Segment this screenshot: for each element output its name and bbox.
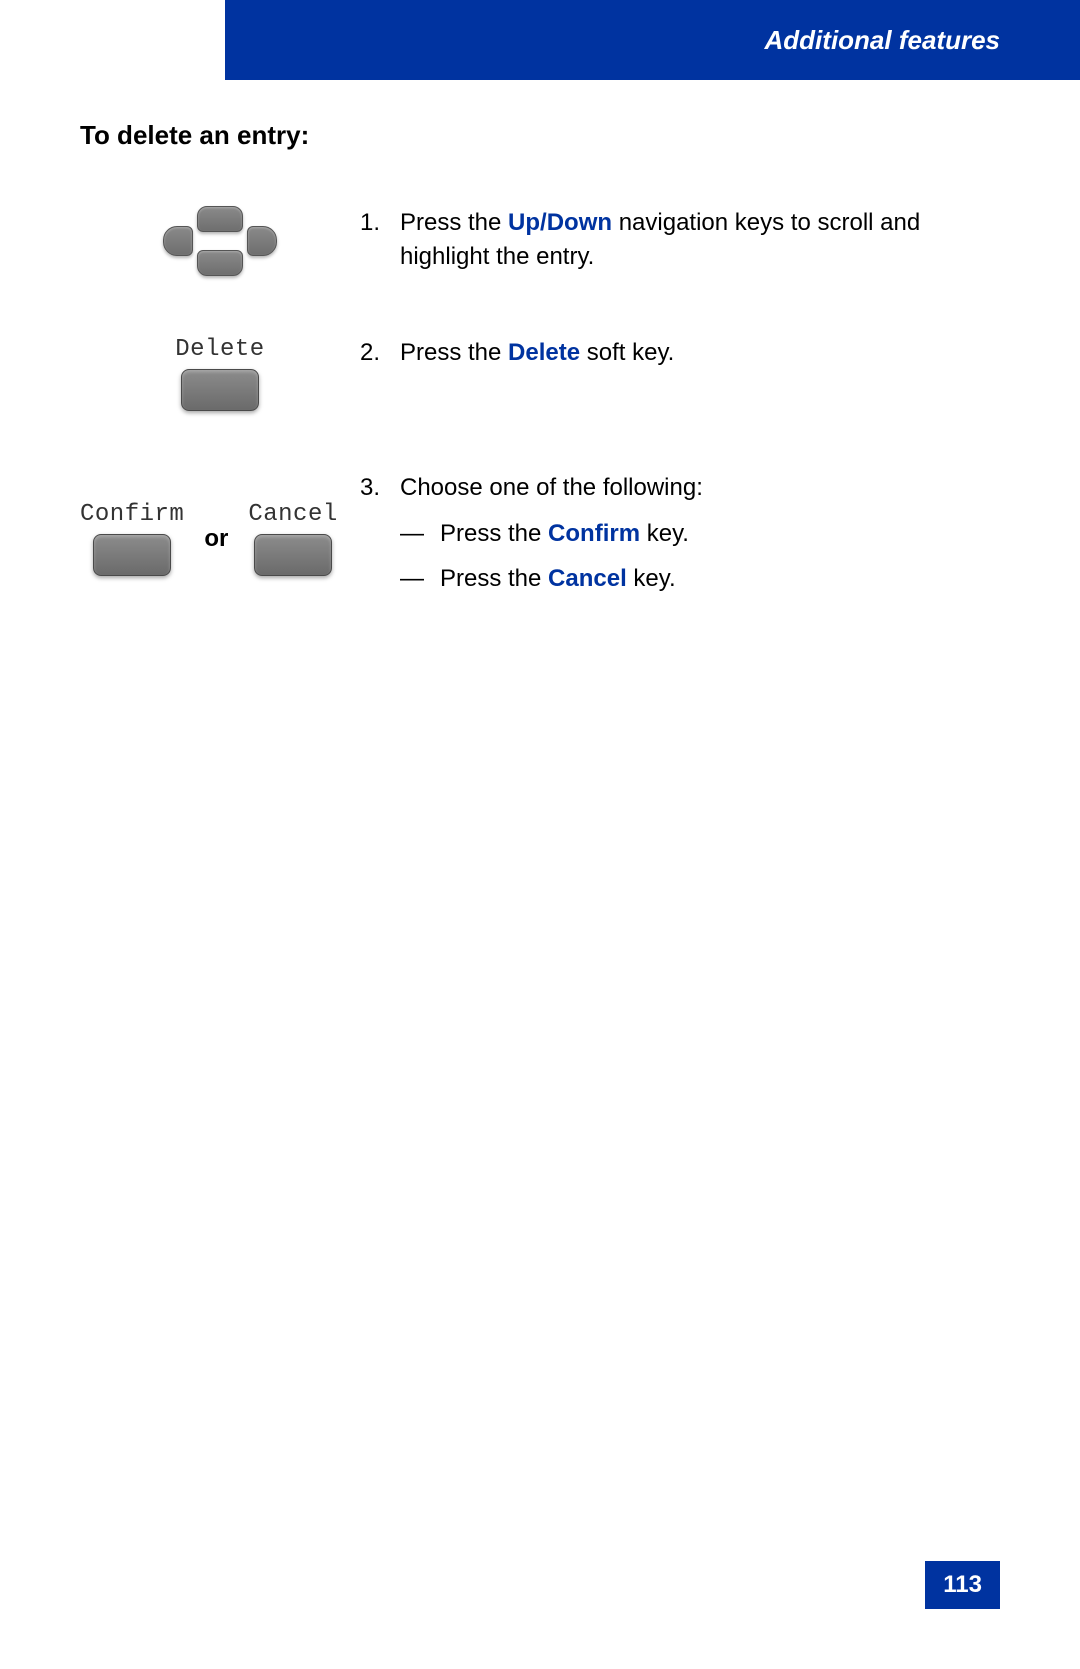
- step-1-body: Press the Up/Down navigation keys to scr…: [400, 206, 1000, 273]
- step-1-text-before: Press the: [400, 209, 508, 236]
- step-2-text: 2. Press the Delete soft key.: [360, 336, 1000, 370]
- step-1-keyword: Up/Down: [508, 209, 612, 236]
- step-3-option-1-text: Press the Confirm key.: [440, 517, 689, 551]
- section-heading: To delete an entry:: [80, 120, 1000, 151]
- step-3-option-1-after: key.: [640, 520, 689, 547]
- dpad-right-icon: [247, 226, 277, 256]
- delete-softkey-icon: [181, 369, 259, 411]
- dpad-left-icon: [163, 226, 193, 256]
- step-2-body: Press the Delete soft key.: [400, 336, 1000, 370]
- step-2-text-after: soft key.: [580, 339, 674, 366]
- step-1-text: 1. Press the Up/Down navigation keys to …: [360, 206, 1000, 273]
- confirm-softkey-label: Confirm: [80, 501, 184, 528]
- step-row-1: 1. Press the Up/Down navigation keys to …: [80, 206, 1000, 276]
- step-2-number: 2.: [360, 336, 400, 370]
- step-3-option-1-before: Press the: [440, 520, 548, 547]
- step-row-3: Confirm or Cancel 3. Choose one of the f…: [80, 471, 1000, 596]
- or-label: or: [204, 525, 228, 553]
- step-3-option-2: — Press the Cancel key.: [400, 562, 1000, 596]
- cancel-softkey-group: Cancel: [248, 501, 337, 576]
- header-title: Additional features: [765, 25, 1000, 56]
- step-3-option-1: — Press the Confirm key.: [400, 517, 1000, 551]
- step-3-intro: Choose one of the following:: [400, 471, 1000, 505]
- cancel-softkey-label: Cancel: [248, 501, 337, 528]
- step-2-text-before: Press the: [400, 339, 508, 366]
- step-3-body: Choose one of the following: — Press the…: [400, 471, 1000, 596]
- navigation-dpad-icon: [155, 206, 285, 276]
- step-3-text: 3. Choose one of the following: — Press …: [360, 471, 1000, 596]
- step-3-option-2-dash: —: [400, 562, 440, 596]
- cancel-softkey-icon: [254, 534, 332, 576]
- content-area: To delete an entry: 1. Press the Up/Down…: [80, 120, 1000, 656]
- step-3-option-2-before: Press the: [440, 565, 548, 592]
- delete-softkey-group: Delete: [175, 336, 264, 411]
- confirm-cancel-row: Confirm or Cancel: [80, 501, 338, 576]
- step-3-option-1-keyword: Confirm: [548, 520, 640, 547]
- dpad-down-icon: [197, 250, 243, 276]
- step-3-option-1-dash: —: [400, 517, 440, 551]
- step-3-option-2-keyword: Cancel: [548, 565, 627, 592]
- step-1-visual: [80, 206, 360, 276]
- step-row-2: Delete 2. Press the Delete soft key.: [80, 336, 1000, 411]
- dpad-up-icon: [197, 206, 243, 232]
- step-3-option-2-text: Press the Cancel key.: [440, 562, 676, 596]
- page-number: 113: [925, 1561, 1000, 1609]
- delete-softkey-label: Delete: [175, 336, 264, 363]
- step-3-number: 3.: [360, 471, 400, 596]
- confirm-softkey-group: Confirm: [80, 501, 184, 576]
- step-2-visual: Delete: [80, 336, 360, 411]
- confirm-softkey-icon: [93, 534, 171, 576]
- header-bar: Additional features: [225, 0, 1080, 80]
- step-2-keyword: Delete: [508, 339, 580, 366]
- step-1-number: 1.: [360, 206, 400, 273]
- step-3-visual: Confirm or Cancel: [80, 471, 360, 576]
- step-3-option-2-after: key.: [627, 565, 676, 592]
